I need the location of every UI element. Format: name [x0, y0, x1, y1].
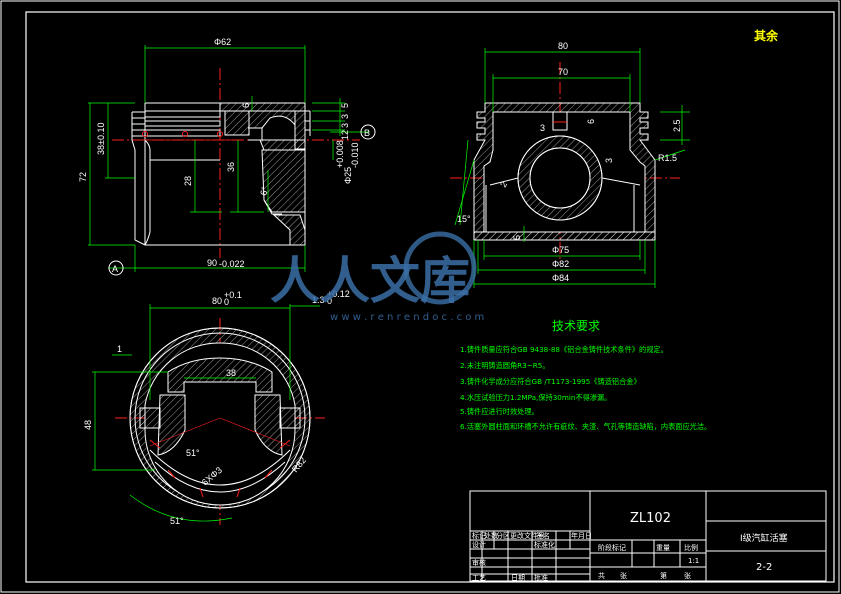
top-dim-1: 1	[117, 344, 122, 354]
corner-roughness-note: 其余	[754, 28, 779, 43]
front-dim-28: 28	[183, 176, 193, 186]
section-dim-3: 3	[540, 123, 545, 133]
top-dim-38: 38	[226, 368, 236, 378]
title-mark-col: 签名	[536, 531, 550, 540]
title-approve-label: 批准	[534, 573, 548, 582]
title-total-label: 共	[598, 571, 605, 580]
title-scale-label: 比例	[684, 543, 698, 552]
requirement-item: 1.铸件质量应符合GB 9438-88《铝合金铸件技术条件》的规定。	[460, 345, 668, 354]
title-stage-label: 阶段标记	[598, 543, 626, 552]
title-process-label: 工艺	[472, 574, 486, 582]
front-dim-90: 90	[207, 258, 217, 268]
front-dim-72: 72	[78, 172, 88, 182]
title-review-label: 审核	[472, 558, 486, 567]
title-weight-label: 重量	[656, 544, 670, 552]
front-dim-12: 12	[340, 130, 350, 140]
datum-b-marker: B	[360, 124, 376, 140]
section-dim-d82: Φ82	[552, 259, 569, 269]
watermark: 人人文库 w w w . r e n r e n d o c . c o m	[270, 231, 484, 323]
requirement-item: 2.未注明铸造圆角R3~R5。	[460, 361, 550, 370]
top-dim-80-tol2: 0	[224, 297, 229, 307]
front-dim-36: 36	[226, 162, 236, 172]
requirement-item: 5.铸件应进行时效处理。	[460, 407, 539, 416]
front-dim-3: 3	[340, 114, 350, 119]
svg-text:B: B	[364, 128, 370, 138]
title-mark-col: 年月日	[571, 531, 592, 540]
front-dim-d62: Φ62	[214, 37, 231, 47]
section-dim-r1-5: R1.5	[658, 153, 677, 163]
front-dim-6: 6	[241, 103, 251, 108]
section-dim-5: 5	[512, 235, 522, 240]
technical-requirements: 技术要求 1.铸件质量应符合GB 9438-88《铝合金铸件技术条件》的规定。 …	[460, 319, 711, 431]
title-sheet-no: 张	[684, 571, 691, 580]
title-part-name: I级汽缸活塞	[740, 532, 788, 544]
top-dim-48: 48	[83, 420, 93, 430]
title-sheet-label: 第	[660, 571, 667, 580]
title-std-label: 标准化	[534, 540, 555, 549]
title-mark-col: 分区	[496, 531, 510, 540]
requirement-item: 6.活塞外圆柱面和环槽不允许有疵纹、夹渣、气孔等铸造缺陷，内表面应光洁。	[460, 422, 711, 431]
top-dim-80: 80	[212, 296, 222, 306]
top-dim-51: 51°	[186, 448, 200, 458]
front-dim-5: 5	[340, 103, 350, 108]
top-dim-51b: 51°	[170, 516, 184, 526]
section-dim-6: 6	[586, 119, 596, 124]
title-sheet-code: 2-2	[756, 562, 772, 573]
section-dim-d75: Φ75	[552, 245, 569, 255]
svg-text:A: A	[112, 264, 118, 274]
front-view	[88, 45, 370, 272]
requirement-item: 3.铸件化学成分应符合GB /T1173-1995《铸造铝合金》	[460, 377, 641, 386]
front-dim-pin-tol-top: +0.008	[335, 140, 345, 168]
front-dim-38: 38±0.10	[96, 123, 106, 155]
title-design-label: 设计	[472, 540, 486, 549]
section-dim-80: 80	[558, 41, 568, 51]
title-drawing-number: ZL102	[630, 511, 671, 526]
requirements-title: 技术要求	[552, 319, 600, 333]
title-total-sheets: 张	[620, 571, 627, 580]
section-dim-70: 70	[558, 67, 568, 77]
section-dim-d84: Φ84	[552, 273, 569, 283]
front-dim-pin-tol-bot: -0.010	[350, 142, 360, 168]
front-dim-pin-bore: Φ25	[343, 167, 353, 184]
watermark-logo-text: 人人文库	[270, 252, 470, 310]
front-dim-90-tol: -0.022	[219, 259, 245, 269]
section-dim-2-5: 2.5	[672, 119, 682, 132]
section-view	[450, 48, 690, 288]
front-dim-3b: 3	[340, 123, 350, 128]
section-dim-15deg: 15°	[457, 214, 471, 224]
title-date-label: 日期	[511, 574, 525, 582]
watermark-url: w w w . r e n r e n d o c . c o m	[330, 312, 484, 323]
top-view	[92, 304, 325, 525]
drawing-sheet: 其余 Φ62 72 38±0.10 28 36 6 5 3 3 12 6° Φ2…	[0, 0, 840, 593]
title-scale-value: 1:1	[688, 557, 699, 565]
section-dim-3b: 3	[604, 158, 614, 163]
requirement-item: 4.水压试验压力1.2MPa,保持30min不得渗漏。	[460, 393, 611, 402]
